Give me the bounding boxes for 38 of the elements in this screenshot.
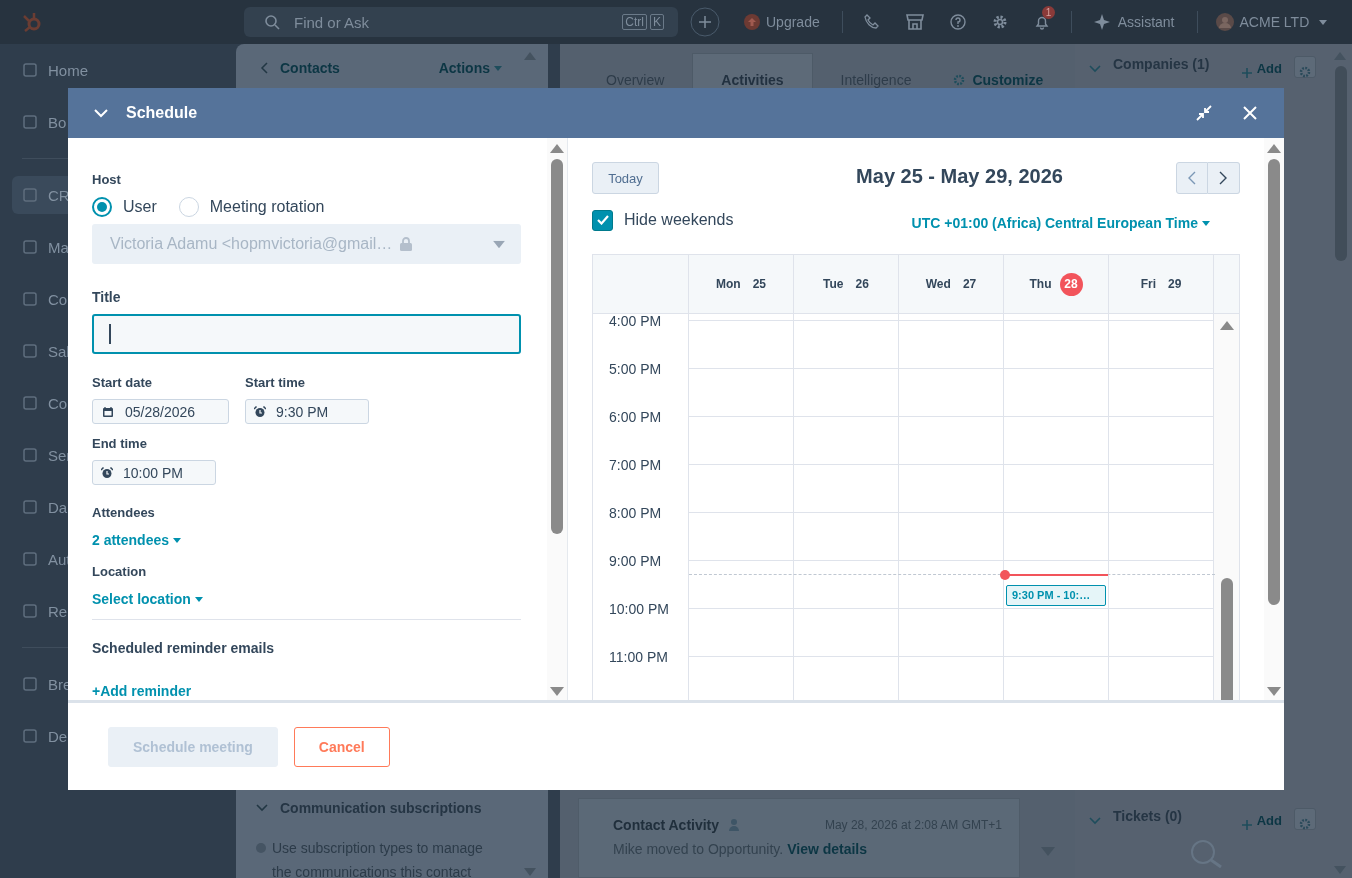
field-label: Attendees	[92, 505, 156, 520]
dialog-title: Schedule	[126, 104, 198, 122]
field-label: Start time	[245, 375, 306, 390]
field-label: Title	[92, 289, 122, 305]
day-name: Wed	[925, 277, 951, 291]
time-label: 4:00 PM	[609, 314, 663, 329]
checkbox-label: Hide weekends	[624, 211, 734, 229]
field-label: End time	[92, 436, 148, 451]
time-label: 6:00 PM	[609, 409, 663, 425]
field-label: Location	[92, 564, 148, 579]
day-name: Thu	[1029, 277, 1052, 291]
keyboard-key: Ctrl	[622, 14, 647, 30]
day-name: Tue	[823, 277, 844, 291]
card-title: Contact Activity	[613, 817, 720, 833]
day-number: 25	[752, 277, 766, 291]
time-label: 9:00 PM	[609, 553, 663, 569]
radio-label: Meeting rotation	[209, 198, 325, 216]
day-name: Mon	[716, 277, 741, 291]
upgrade-label: Upgrade	[766, 14, 820, 30]
time-label: 5:00 PM	[609, 361, 663, 377]
day-name: Fri	[1140, 277, 1156, 291]
radio-label: User	[123, 198, 157, 216]
day-number: 29	[1168, 277, 1182, 291]
time-label: 11:00 PM	[609, 649, 669, 665]
field-label: Host	[92, 172, 122, 187]
time-label: 8:00 PM	[609, 505, 663, 521]
today-badge: 28	[1059, 272, 1083, 296]
time-label: 7:00 PM	[609, 457, 663, 473]
keyboard-key: K	[650, 14, 664, 30]
date-range: May 25 - May 29, 2026	[856, 164, 1063, 188]
assistant-label: Assistant	[1117, 14, 1175, 30]
notification-badge: 1	[1041, 6, 1056, 19]
day-number: 26	[855, 277, 869, 291]
time-label: 10:00 PM	[609, 601, 670, 617]
day-number: 27	[962, 277, 977, 291]
field-label: Start date	[92, 375, 153, 390]
section-title: Scheduled reminder emails	[92, 640, 276, 656]
account-name: ACME LTD	[1239, 14, 1310, 30]
